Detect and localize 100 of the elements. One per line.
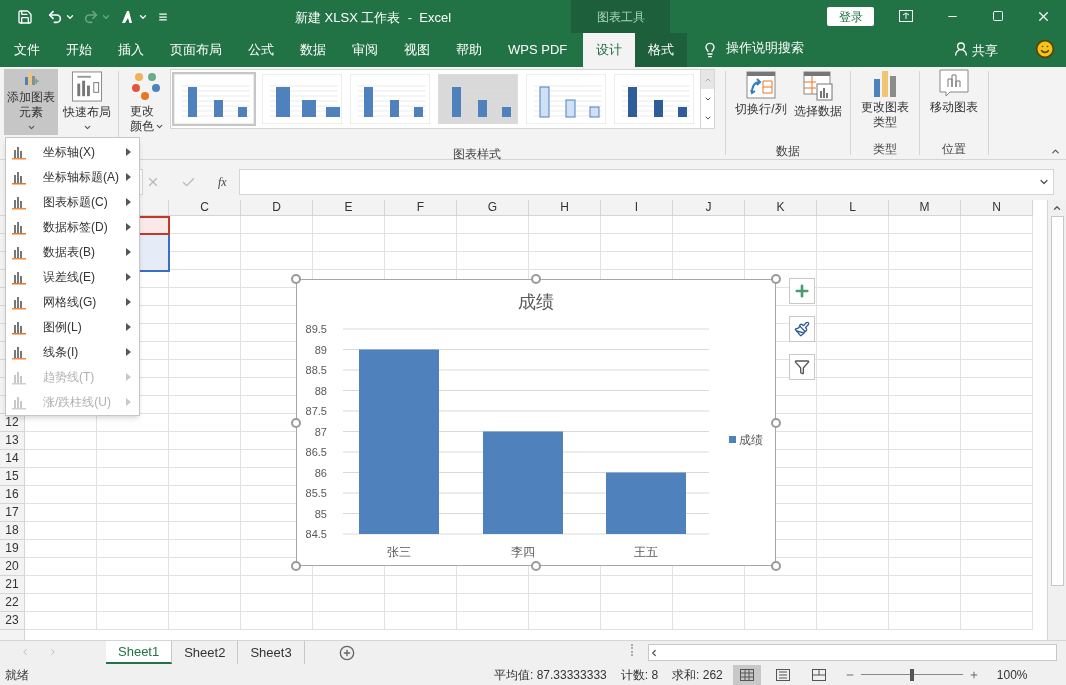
column-header[interactable]: E — [313, 200, 385, 215]
chart-filters-button[interactable] — [789, 354, 815, 380]
ribbon-tab[interactable]: 页面布局 — [157, 33, 235, 67]
insert-function-button[interactable]: fx — [218, 173, 227, 191]
person-icon[interactable] — [953, 41, 969, 57]
submenu-arrow-icon — [126, 247, 131, 256]
add-chart-element-button[interactable]: 添加图表元素 — [4, 69, 58, 135]
row-header[interactable]: 23 — [0, 612, 24, 630]
row-header[interactable]: 17 — [0, 504, 24, 522]
column-header[interactable]: L — [817, 200, 889, 215]
quick-layout-button[interactable]: 快速布局 — [60, 69, 114, 135]
ribbon-tab[interactable]: WPS PDF — [495, 33, 581, 67]
customize-toolbar-icon[interactable] — [158, 11, 168, 22]
ribbon-tab[interactable]: 设计 — [583, 33, 636, 67]
row-header[interactable]: 19 — [0, 540, 24, 558]
axis-tick-label: 86 — [314, 466, 327, 479]
resize-handle[interactable] — [291, 561, 301, 571]
chart-elements-button[interactable] — [789, 278, 815, 304]
menu-item[interactable]: 数据标签(D) — [6, 214, 139, 239]
column-header[interactable]: K — [745, 200, 817, 215]
sign-in-button[interactable]: 登录 — [827, 7, 874, 26]
share-button[interactable]: 共享 — [972, 41, 998, 61]
formula-input[interactable] — [238, 169, 1054, 195]
ribbon-tab[interactable]: 公式 — [235, 33, 287, 67]
row-header[interactable]: 14 — [0, 450, 24, 468]
row-header[interactable]: 18 — [0, 522, 24, 540]
redo-icon[interactable] — [83, 8, 99, 25]
group-label: 位置 — [942, 141, 966, 158]
menu-item[interactable]: 坐标轴(X) — [6, 139, 139, 164]
move-chart-button[interactable]: 移动图表 — [926, 67, 982, 133]
column-header[interactable]: F — [385, 200, 457, 215]
zoom-thumb[interactable] — [909, 668, 914, 681]
row-header[interactable]: 15 — [0, 468, 24, 486]
zoom-slider[interactable] — [858, 668, 965, 681]
column-header[interactable]: N — [961, 200, 1033, 215]
menu-item[interactable]: 网格线(G) — [6, 289, 139, 314]
chart-area[interactable]: 成绩 84.5 85 85.5 86 86.5 87 87.5 88 88.5 89 89.5 张三 李四 王五 成绩 — [296, 279, 776, 566]
zoom-in-icon[interactable] — [968, 669, 979, 680]
category-label: 李四 — [511, 545, 535, 559]
row-header[interactable]: 22 — [0, 594, 24, 612]
close-icon[interactable] — [1036, 9, 1051, 24]
maximize-icon[interactable] — [992, 10, 1004, 22]
column-header[interactable]: J — [673, 200, 745, 215]
change-chart-type-button[interactable]: 更改图表类型 — [857, 67, 913, 133]
scroll-thumb[interactable] — [1050, 216, 1064, 586]
zoom-percentage[interactable]: 100% — [996, 665, 1028, 684]
row-header[interactable]: 16 — [0, 486, 24, 504]
select-data-button[interactable]: 选择数据 — [792, 69, 844, 135]
chart-styles-button[interactable] — [789, 316, 815, 342]
column-header[interactable]: G — [457, 200, 529, 215]
submenu-arrow-icon — [126, 397, 131, 406]
ribbon-tab[interactable]: 格式 — [635, 33, 688, 67]
column-header[interactable]: D — [241, 200, 313, 215]
menu-item[interactable]: 坐标轴标题(A) — [6, 164, 139, 189]
menu-item[interactable]: 数据表(B) — [6, 239, 139, 264]
ribbon-tab[interactable]: 数据 — [287, 33, 339, 67]
sum-readout: 求和: 262 — [672, 666, 723, 684]
ribbon-tab[interactable]: 审阅 — [339, 33, 391, 67]
ribbon-tab[interactable]: 帮助 — [443, 33, 495, 67]
row-header[interactable]: 13 — [0, 432, 24, 450]
resize-handle[interactable] — [771, 561, 781, 571]
column-header[interactable]: M — [889, 200, 961, 215]
switch-row-column-button[interactable]: 切换行/列 — [732, 69, 790, 135]
status-text: 就绪 — [5, 666, 29, 684]
sheet-tab[interactable]: Sheet1 — [106, 641, 173, 664]
horizontal-scrollbar[interactable] — [647, 644, 1057, 661]
ribbon-tab[interactable]: 文件 — [1, 33, 53, 67]
row-header[interactable]: 21 — [0, 576, 24, 594]
menu-item[interactable]: 误差线(E) — [6, 264, 139, 289]
column-header[interactable]: H — [529, 200, 601, 215]
resize-handle[interactable] — [771, 417, 781, 428]
layout-icon — [71, 71, 103, 102]
ribbon-tab[interactable]: 视图 — [391, 33, 443, 67]
touch-mode-icon[interactable] — [120, 9, 134, 24]
filter-icon — [794, 359, 810, 375]
smiley-icon[interactable] — [1035, 39, 1055, 59]
resize-handle[interactable] — [291, 417, 301, 428]
change-colors-button[interactable]: 更改颜色 — [123, 69, 169, 135]
row-header[interactable]: 20 — [0, 558, 24, 576]
resize-handle[interactable] — [531, 561, 541, 571]
normal-view-button[interactable] — [732, 664, 761, 685]
undo-icon[interactable] — [47, 8, 63, 25]
tell-me-search[interactable]: 操作说明搜索 — [726, 37, 805, 57]
resize-handle[interactable] — [531, 274, 541, 284]
ribbon-tab[interactable]: 开始 — [53, 33, 105, 67]
ribbon-tab[interactable]: 插入 — [105, 33, 157, 67]
resize-handle[interactable] — [291, 274, 301, 284]
column-header[interactable]: C — [169, 200, 241, 215]
menu-item[interactable]: 图例(L) — [6, 314, 139, 339]
ribbon-display-icon[interactable] — [899, 10, 913, 22]
menu-item[interactable]: 图表标题(C) — [6, 189, 139, 214]
save-icon[interactable] — [17, 8, 33, 25]
menu-item[interactable]: 线条(I) — [6, 339, 139, 364]
scroll-up-icon[interactable] — [1052, 203, 1062, 213]
page-break-icon — [811, 668, 826, 681]
add-sheet-icon[interactable] — [338, 645, 355, 661]
resize-handle[interactable] — [771, 274, 781, 284]
vertical-scrollbar[interactable] — [1047, 200, 1066, 640]
column-header[interactable]: I — [601, 200, 673, 215]
axis-tick-label: 85.5 — [305, 487, 327, 499]
